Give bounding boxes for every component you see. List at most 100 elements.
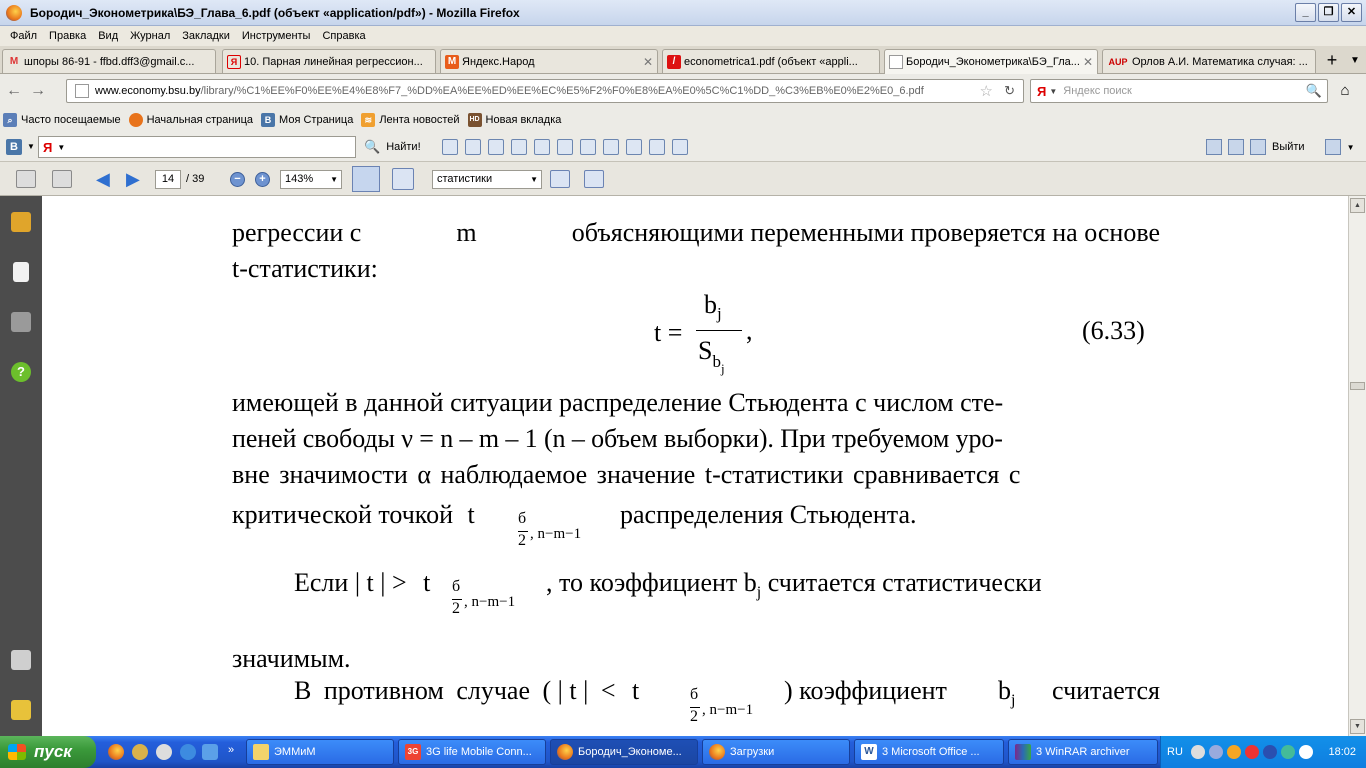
firefox-quicklaunch-icon[interactable] [108, 744, 124, 760]
yandex-search-input[interactable]: Я ▼ [38, 136, 356, 158]
logout-button[interactable]: Выйти [1272, 141, 1305, 153]
settings-icon[interactable] [1324, 139, 1341, 155]
tab-regression[interactable]: Я 10. Парная линейная регрессион... [222, 49, 436, 73]
taskbar-item-office[interactable]: W 3 Microsoft Office ... [854, 739, 1004, 765]
vertical-scrollbar[interactable]: ▲ ▼ [1348, 196, 1366, 736]
print-icon[interactable] [626, 139, 642, 155]
close-tab-icon[interactable]: ✕ [643, 55, 653, 69]
network-icon[interactable] [1281, 745, 1295, 759]
taskbar-item-3g[interactable]: 3G 3G life Mobile Conn... [398, 739, 546, 765]
scroll-down-icon[interactable]: ▼ [1350, 719, 1365, 734]
bluetooth-icon[interactable] [1263, 745, 1277, 759]
taskbar-item-folder[interactable]: ЭММиМ [246, 739, 394, 765]
menu-edit[interactable]: Правка [43, 30, 92, 42]
bookmark-star-icon[interactable]: ☆ [980, 82, 993, 100]
tray-icon[interactable] [1227, 745, 1241, 759]
save-icon[interactable] [52, 170, 72, 188]
tab-orlov[interactable]: AUP Орлов А.И. Математика случая: ... [1102, 49, 1316, 73]
menu-tools[interactable]: Инструменты [236, 30, 317, 42]
vk-dropdown-icon[interactable]: ▼ [27, 142, 35, 151]
tab-list-button[interactable]: ▼ [1346, 51, 1364, 71]
next-page-icon[interactable]: ▶ [126, 169, 140, 190]
images-icon[interactable] [442, 139, 458, 155]
search-icon[interactable]: 🔍 [1306, 83, 1322, 99]
forward-button[interactable]: → [28, 81, 48, 101]
lock-icon[interactable] [11, 212, 31, 232]
quicklaunch-icon[interactable] [132, 744, 148, 760]
pages-icon[interactable] [13, 262, 29, 282]
reload-icon[interactable]: ↻ [1004, 83, 1015, 99]
search-box[interactable]: Я ▼ Яндекс поиск 🔍 [1030, 79, 1328, 103]
back-button[interactable]: ← [4, 81, 24, 101]
tray-icon[interactable] [1191, 745, 1205, 759]
previous-page-icon[interactable]: ◀ [96, 169, 110, 190]
scroll-up-icon[interactable]: ▲ [1350, 198, 1365, 213]
tray-icon[interactable] [1209, 745, 1223, 759]
mail-icon[interactable] [511, 139, 527, 155]
ie-icon[interactable] [180, 744, 196, 760]
settings-dropdown-icon[interactable]: ▼ [1347, 143, 1355, 152]
bookmark-home-page[interactable]: Начальная страница [128, 113, 253, 127]
tools-icon[interactable] [603, 139, 619, 155]
quicklaunch-more-icon[interactable]: » [228, 744, 234, 756]
logout-icon[interactable] [1250, 139, 1266, 155]
new-tab-button[interactable]: + [1322, 51, 1342, 71]
bookmark-my-page[interactable]: B Моя Страница [261, 113, 353, 127]
home-icon[interactable]: ⌂ [1334, 82, 1356, 102]
zoom-select[interactable]: 143% ▼ [280, 170, 342, 189]
zoom-in-icon[interactable]: + [255, 172, 270, 187]
menu-help[interactable]: Справка [316, 30, 371, 42]
maximize-button[interactable]: ❐ [1318, 3, 1339, 22]
tab-econometrica1[interactable]: / econometrica1.pdf (объект «appli... [662, 49, 880, 73]
menu-file[interactable]: Файл [4, 30, 43, 42]
tab-borodich-active[interactable]: Бородич_Эконометрика\БЭ_Гла... ✕ [884, 49, 1098, 74]
taskbar-item-winrar[interactable]: 3 WinRAR archiver [1008, 739, 1158, 765]
bookmark-most-visited[interactable]: ⌕ Часто посещаемые [3, 113, 121, 127]
print-icon[interactable] [16, 170, 36, 188]
bookmark-news-feed[interactable]: ≋ Лента новостей [361, 113, 460, 127]
menu-bookmarks[interactable]: Закладки [176, 30, 236, 42]
video-icon[interactable] [488, 139, 504, 155]
close-button[interactable]: ✕ [1341, 3, 1362, 22]
search-engine-dropdown-icon[interactable]: ▼ [1049, 87, 1057, 96]
bookmark-icon[interactable] [672, 139, 688, 155]
tray-icon[interactable] [1245, 745, 1259, 759]
photos-icon[interactable] [465, 139, 481, 155]
menu-view[interactable]: Вид [92, 30, 124, 42]
url-bar[interactable]: www.economy.bsu.by/library/%C1%EE%F0%EE%… [66, 79, 1024, 103]
vk-icon[interactable]: В [6, 139, 22, 155]
zoom-out-icon[interactable]: − [230, 172, 245, 187]
binoculars-icon[interactable] [11, 312, 31, 332]
translate-icon[interactable] [580, 139, 596, 155]
page-number-input[interactable]: 14 [155, 170, 181, 189]
copy-icon[interactable] [649, 139, 665, 155]
menu-history[interactable]: Журнал [124, 30, 176, 42]
minimize-button[interactable]: _ [1295, 3, 1316, 22]
tab-gmail[interactable]: M шпоры 86-91 - ffbd.dff3@gmail.c... [2, 49, 216, 73]
fit-width-icon[interactable] [352, 166, 380, 192]
find-previous-icon[interactable] [550, 170, 570, 188]
media-player-icon[interactable] [156, 744, 172, 760]
close-tab-icon[interactable]: ✕ [1083, 55, 1093, 69]
find-next-icon[interactable] [584, 170, 604, 188]
scroll-thumb[interactable] [1350, 382, 1365, 390]
tab-narod[interactable]: M Яндекс.Народ ✕ [440, 49, 658, 73]
taskbar-item-firefox-active[interactable]: Бородич_Экономе... [550, 739, 698, 765]
calendar-icon[interactable] [534, 139, 550, 155]
taskbar-item-downloads[interactable]: Загрузки [702, 739, 850, 765]
comments-icon[interactable] [11, 700, 31, 720]
tray-icon[interactable] [1299, 745, 1313, 759]
attachment-icon[interactable] [11, 650, 31, 670]
yandex-dropdown-icon[interactable]: ▼ [57, 143, 65, 152]
lock-icon[interactable] [557, 139, 573, 155]
language-indicator[interactable]: RU [1167, 746, 1183, 758]
bookmark-new-tab[interactable]: HD Новая вкладка [467, 113, 561, 127]
share-icon[interactable] [1206, 139, 1222, 155]
help-icon[interactable]: ? [11, 362, 31, 382]
start-button[interactable]: пуск [0, 736, 96, 768]
find-button[interactable]: 🔍 Найти! [364, 139, 421, 155]
yandex-search-icon[interactable]: Я [1037, 84, 1046, 99]
find-text-input[interactable]: статистики ▼ [432, 170, 542, 189]
fit-page-icon[interactable] [392, 168, 414, 190]
user-icon[interactable] [1228, 139, 1244, 155]
